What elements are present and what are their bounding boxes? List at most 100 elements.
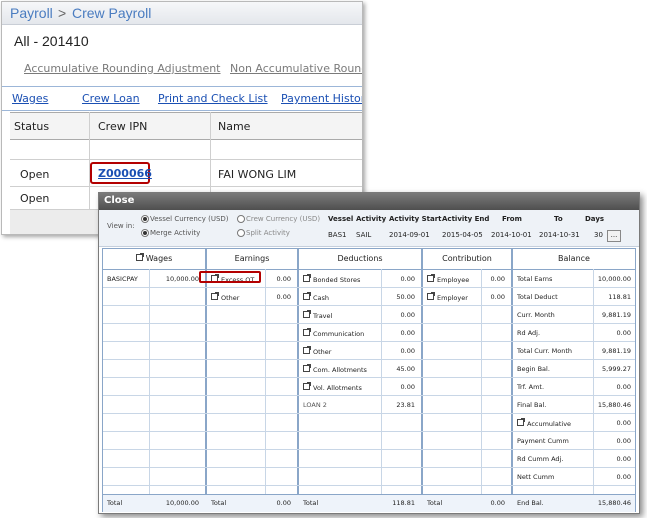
external-link-icon[interactable] bbox=[211, 292, 219, 300]
balance-value: 118.81 bbox=[608, 293, 631, 301]
balance-value: 0.00 bbox=[616, 473, 631, 481]
breadcrumb-crew-payroll: Crew Payroll bbox=[72, 5, 152, 21]
total-deductions: 118.81 bbox=[392, 499, 415, 507]
total-label: Total bbox=[427, 499, 443, 507]
balance-label: Total Earns bbox=[517, 275, 553, 283]
external-link-icon[interactable] bbox=[303, 310, 311, 318]
external-link-icon[interactable] bbox=[303, 274, 311, 282]
tab-crew-loan[interactable]: Crew Loan bbox=[82, 92, 140, 105]
section-divider bbox=[297, 249, 299, 511]
contribution-item[interactable]: Employer bbox=[427, 292, 468, 302]
contribution-value: 0.00 bbox=[490, 275, 505, 283]
table-row[interactable]: Open FAI WONG LIM bbox=[10, 160, 362, 186]
balance-label: Payment Cumm bbox=[517, 437, 569, 445]
total-contribution: 0.00 bbox=[490, 499, 505, 507]
earning-value: 0.00 bbox=[276, 275, 291, 283]
tab-bar: Wages Crew Loan Print and Check List Pay… bbox=[2, 86, 362, 111]
balance-label: Final Bal. bbox=[517, 401, 547, 409]
external-link-icon[interactable] bbox=[303, 382, 311, 390]
split-activity-label: Split Activity bbox=[246, 229, 290, 237]
row-status: Open bbox=[20, 168, 50, 181]
merge-activity-radio[interactable] bbox=[141, 229, 149, 237]
info-days: 30 bbox=[594, 231, 603, 239]
row-divider bbox=[103, 485, 635, 486]
tab-print-check-list[interactable]: Print and Check List bbox=[158, 92, 268, 105]
dialog-close-label[interactable]: Close bbox=[104, 195, 134, 206]
external-link-icon[interactable] bbox=[427, 274, 435, 282]
earning-value: 0.00 bbox=[276, 293, 291, 301]
external-link-icon[interactable] bbox=[135, 253, 144, 261]
col-name[interactable]: Name bbox=[218, 120, 250, 133]
deduction-item[interactable]: Travel bbox=[303, 310, 332, 320]
crew-ipn-link[interactable]: Z000066 bbox=[90, 162, 152, 184]
balance-label: Begin Bal. bbox=[517, 365, 550, 373]
deduction-item[interactable]: Bonded Stores bbox=[303, 274, 360, 284]
section-divider bbox=[511, 249, 513, 511]
deduction-value: 0.00 bbox=[400, 347, 415, 355]
non-accumulative-rounding-link[interactable]: Non Accumulative Roundi bbox=[230, 62, 362, 75]
crew-ipn-text[interactable]: Z000066 bbox=[98, 167, 152, 180]
balance-label: Trf. Amt. bbox=[517, 383, 545, 391]
external-link-icon[interactable] bbox=[427, 292, 435, 300]
row-divider bbox=[103, 287, 635, 288]
info-header-activity-end: Activity End bbox=[442, 215, 490, 223]
info-header-to: To bbox=[554, 215, 563, 223]
excess-ot-highlight bbox=[199, 271, 261, 283]
deduction-item[interactable]: Other bbox=[303, 346, 331, 356]
deduction-item[interactable]: Cash bbox=[303, 292, 329, 302]
view-in-label: View in: bbox=[107, 222, 135, 230]
row-divider bbox=[103, 467, 635, 468]
total-label: Total bbox=[107, 499, 123, 507]
info-header-days: Days bbox=[585, 215, 605, 223]
breadcrumb-separator: > bbox=[58, 5, 67, 21]
section-wages: Wages bbox=[103, 249, 205, 270]
tab-payment-history[interactable]: Payment History bbox=[281, 92, 362, 105]
deduction-value: 45.00 bbox=[396, 365, 415, 373]
contribution-item[interactable]: Employee bbox=[427, 274, 469, 284]
info-header-activity-start: Activity Start bbox=[389, 215, 442, 223]
external-link-icon[interactable] bbox=[517, 418, 525, 426]
deduction-loan-label: LOAN 2 bbox=[303, 401, 327, 409]
dialog-title-bar: Close bbox=[99, 193, 639, 210]
balance-accumulative[interactable]: Accumulative bbox=[517, 418, 571, 428]
total-earnings: 0.00 bbox=[276, 499, 291, 507]
options-bar: View in: Vessel Currency (USD) Crew Curr… bbox=[99, 210, 639, 247]
balance-value: 0.00 bbox=[616, 419, 631, 427]
row-divider bbox=[103, 395, 635, 396]
info-activity-start: 2014-09-01 bbox=[389, 231, 430, 239]
balance-value: 5,999.27 bbox=[602, 365, 631, 373]
balance-label: Rd Adj. bbox=[517, 329, 541, 337]
deduction-item[interactable]: Communication bbox=[303, 328, 364, 338]
split-activity-radio[interactable] bbox=[237, 229, 245, 237]
external-link-icon[interactable] bbox=[303, 292, 311, 300]
deduction-value: 0.00 bbox=[400, 329, 415, 337]
section-divider bbox=[421, 249, 423, 511]
deduction-value: 0.00 bbox=[400, 311, 415, 319]
row-divider bbox=[103, 305, 635, 306]
accumulative-rounding-link[interactable]: Accumulative Rounding Adjustment bbox=[24, 62, 221, 75]
info-activity-end: 2015-04-05 bbox=[442, 231, 483, 239]
info-to: 2014-10-31 bbox=[539, 231, 580, 239]
external-link-icon[interactable] bbox=[303, 364, 311, 372]
more-options-button[interactable]: ... bbox=[607, 230, 621, 242]
col-status[interactable]: Status bbox=[14, 120, 49, 133]
balance-value: 9,881.19 bbox=[602, 311, 631, 319]
wage-value: 10,000.00 bbox=[165, 275, 199, 283]
info-activity: SAIL bbox=[356, 231, 372, 239]
crew-currency-radio[interactable] bbox=[237, 215, 245, 223]
deduction-item[interactable]: Com. Allotments bbox=[303, 364, 367, 374]
contribution-value: 0.00 bbox=[490, 293, 505, 301]
earning-item[interactable]: Other bbox=[211, 292, 239, 302]
row-name: FAI WONG LIM bbox=[218, 168, 297, 181]
section-divider bbox=[205, 249, 207, 511]
balance-label: Curr. Month bbox=[517, 311, 555, 319]
row-divider bbox=[103, 341, 635, 342]
total-label: Total bbox=[303, 499, 319, 507]
tab-wages[interactable]: Wages bbox=[12, 92, 48, 105]
vessel-currency-radio[interactable] bbox=[141, 215, 149, 223]
col-crew-ipn[interactable]: Crew IPN bbox=[98, 120, 147, 133]
breadcrumb-payroll[interactable]: Payroll bbox=[10, 5, 53, 21]
external-link-icon[interactable] bbox=[303, 346, 311, 354]
deduction-item[interactable]: Vol. Allotments bbox=[303, 382, 362, 392]
external-link-icon[interactable] bbox=[303, 328, 311, 336]
